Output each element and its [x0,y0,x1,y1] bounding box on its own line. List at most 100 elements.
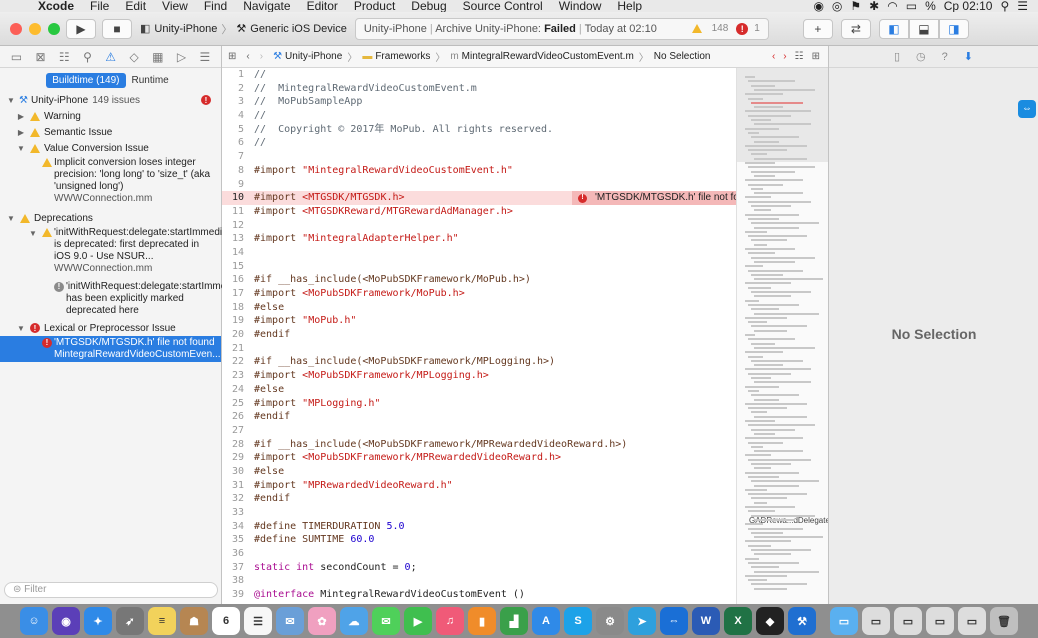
line-number[interactable]: 14 [222,246,254,260]
test-icon[interactable]: ◇ [129,50,138,64]
window-icon-2[interactable]: ▭ [894,607,922,635]
code-line[interactable]: 13 #import "MintegralAdapterHelper.h" [222,232,736,246]
battery-icon[interactable]: ▭ [906,0,917,12]
breadcrumb-selection[interactable]: No Selection [654,51,711,62]
issue-item-selected[interactable]: ! 'MTGSDK/MTGSDK.h' file not found Minte… [0,336,221,362]
line-number[interactable]: 36 [222,547,254,561]
disclosure-closed-icon[interactable]: ▶ [16,128,26,137]
code-line[interactable]: 2// MintegralRewardVideoCustomEvent.m [222,82,736,96]
line-number[interactable]: 13 [222,232,254,246]
code-line[interactable]: 17 #import <MoPubSDKFramework/MoPub.h> [222,287,736,301]
code-line[interactable]: 15 [222,260,736,274]
editor-options-icon[interactable]: ☷ [795,51,804,62]
window-icon-3[interactable]: ▭ [926,607,954,635]
stop-button[interactable]: ■ [102,18,132,39]
line-number[interactable]: 4 [222,109,254,123]
line-number[interactable]: 32 [222,492,254,506]
search-icon[interactable]: ⚲ [83,50,92,64]
back-arrow-icon[interactable]: ‹ [246,51,249,62]
line-number[interactable]: 22 [222,355,254,369]
code-line[interactable]: 38 [222,574,736,588]
line-number[interactable]: 37 [222,561,254,575]
unity-icon[interactable]: ◆ [756,607,784,635]
facetime-icon[interactable]: ▶ [404,607,432,635]
flag-icon[interactable]: ⚑ [850,0,861,12]
reminders-icon[interactable]: ☰ [244,607,272,635]
line-number[interactable]: 3 [222,95,254,109]
code-line[interactable]: 3// MoPubSampleApp [222,95,736,109]
inline-error-message[interactable]: ! 'MTGSDK/MTGSDK.h' file not found [572,191,736,205]
scheme-selector[interactable]: ◧ Unity-iPhone 〉 ⚒ Generic iOS Device [140,19,347,39]
wifi-icon[interactable]: ◠ [887,0,897,12]
finder-icon[interactable]: ☺ [20,607,48,635]
teamviewer-icon[interactable]: ⇔ [660,607,688,635]
code-line[interactable]: 24 #else [222,383,736,397]
source-control-icon[interactable]: ⊠ [35,50,45,64]
report-icon[interactable]: ☰ [200,50,211,64]
debug-icon[interactable]: ▦ [152,50,163,64]
bluetooth-icon[interactable]: ✱ [869,0,879,12]
code-line[interactable]: 39 @interface MintegralRewardVideoCustomE… [222,588,736,602]
line-number[interactable]: 26 [222,410,254,424]
disclosure-open-icon[interactable]: ▼ [16,144,26,153]
skype-icon[interactable]: S [564,607,592,635]
breadcrumb-file[interactable]: m MintegralRewardVideoCustomEvent.m [450,51,633,62]
code-line[interactable]: 8 #import "MintegralRewardVideoCustomEven… [222,164,736,178]
group-warning[interactable]: ▶ Warning [0,108,221,124]
line-number[interactable]: 15 [222,260,254,274]
calendar-icon[interactable]: 6 [212,607,240,635]
code-line[interactable]: 7 [222,150,736,164]
filter-field[interactable]: ⊜ Filter [4,582,218,598]
cloud-icon[interactable]: ☁ [340,607,368,635]
menu-window[interactable]: Window [551,0,610,12]
spotlight-icon[interactable]: ⚲ [1000,0,1009,12]
menu-find[interactable]: Find [196,0,235,12]
preview-icon[interactable]: ✉ [276,607,304,635]
code-review-button[interactable]: ⇄ [840,18,871,39]
menu-view[interactable]: View [154,0,196,12]
code-line[interactable]: 32 #endif [222,492,736,506]
disclosure-open-icon[interactable]: ▼ [6,96,16,105]
line-number[interactable]: 18 [222,301,254,315]
issue-item[interactable]: ▼ 'initWithRequest:delegate:startImmedia… [0,226,248,276]
messages-icon[interactable]: ✉ [372,607,400,635]
attributes-inspector-icon[interactable]: ⬇ [964,50,973,63]
telegram-icon[interactable]: ➤ [628,607,656,635]
code-line[interactable]: 26 #endif [222,410,736,424]
code-line[interactable]: 14 [222,246,736,260]
file-inspector-icon[interactable]: ▯ [894,50,900,63]
minimap[interactable]: GADRewa...dDelegate [736,68,828,604]
line-number[interactable]: 30 [222,465,254,479]
issue-note[interactable]: ! 'initWithRequest:delegate:startImmedia… [0,280,260,318]
warning-count[interactable]: 148 [712,23,729,34]
line-number[interactable]: 25 [222,397,254,411]
safari-icon[interactable]: ✦ [84,607,112,635]
activity-viewer[interactable]: Unity-iPhone | Archive Unity-iPhone: Fai… [354,17,769,40]
window-icon[interactable]: ▭ [862,607,890,635]
code-line[interactable]: 6// [222,136,736,150]
excel-icon[interactable]: X [724,607,752,635]
line-number[interactable]: 10 [222,191,254,205]
disclosure-open-icon[interactable]: ▼ [16,324,26,333]
menu-product[interactable]: Product [346,0,403,12]
line-number[interactable]: 33 [222,506,254,520]
library-button[interactable]: + [802,18,833,39]
line-number[interactable]: 2 [222,82,254,96]
toggle-inspector-button[interactable]: ◨ [938,18,969,39]
code-line[interactable]: 25 #import "MPLogging.h" [222,397,736,411]
system-preferences-icon[interactable]: ⚙ [596,607,624,635]
line-number[interactable]: 21 [222,342,254,356]
group-value-conversion[interactable]: ▼ Value Conversion Issue [0,140,221,156]
code-line[interactable]: 35 #define SUMTIME 60.0 [222,533,736,547]
close-window-button[interactable] [10,22,22,35]
line-number[interactable]: 23 [222,369,254,383]
status-icon[interactable]: ◉ [813,0,823,12]
issue-navigator-icon[interactable]: ⚠ [105,50,116,64]
code-line[interactable]: 1// [222,68,736,82]
trash-icon[interactable]: 🗑 [990,607,1018,635]
error-count[interactable]: 1 [754,23,760,34]
code-line[interactable]: 5// Copyright © 2017年 MoPub. All rights … [222,123,736,137]
clock[interactable]: Ср 02:10 [944,0,993,12]
breakpoint-icon[interactable]: ▷ [177,50,186,64]
code-line[interactable]: 34 #define TIMERDURATION 5.0 [222,520,736,534]
